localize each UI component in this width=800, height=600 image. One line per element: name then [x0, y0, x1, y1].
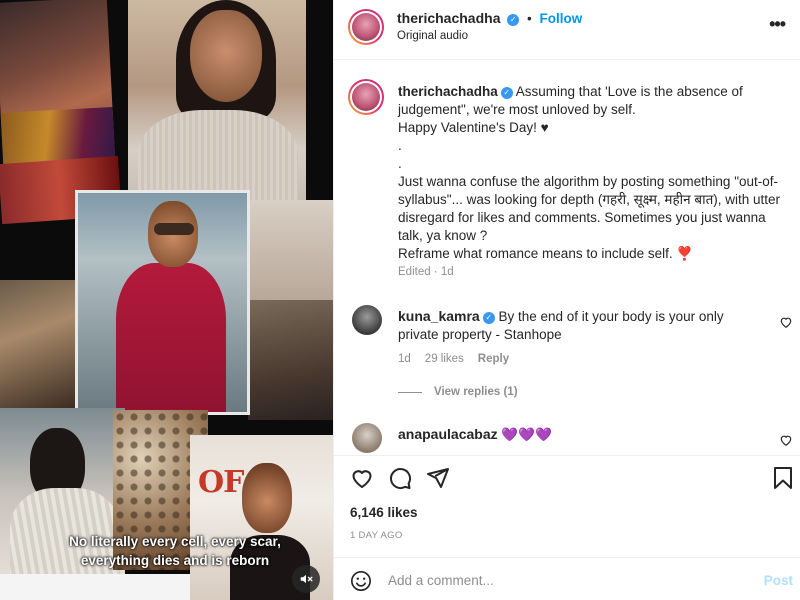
- likes-count[interactable]: 6,146 likes: [350, 505, 418, 520]
- post-media[interactable]: OF Q No literally every cell, every scar…: [0, 0, 333, 600]
- caption-author-avatar[interactable]: [348, 79, 384, 115]
- mute-button[interactable]: [292, 565, 320, 593]
- verified-badge-icon: ✓: [507, 14, 520, 26]
- author-line: therichachadha ✓ • Follow: [397, 10, 582, 26]
- commenter-username[interactable]: kuna_kamra: [398, 308, 480, 324]
- verified-badge-icon: ✓: [482, 312, 495, 324]
- subtitle-line-2: everything dies and is reborn: [80, 553, 270, 568]
- replies-line: [398, 391, 422, 393]
- collage-photo-5: [248, 200, 333, 300]
- post-details-panel: therichachadha ✓ • Follow Original audio…: [333, 0, 800, 600]
- comment-age: 1d: [398, 353, 411, 365]
- follow-button[interactable]: Follow: [540, 11, 583, 26]
- separator-dot: •: [527, 11, 532, 26]
- comment-composer: Post: [334, 557, 800, 600]
- commenter-username[interactable]: anapaulacabaz: [398, 426, 498, 442]
- comment-body: 💜💜💜: [497, 427, 552, 442]
- video-subtitle: No literally every cell, every scar, eve…: [60, 532, 290, 570]
- comment-like-icon[interactable]: [779, 315, 793, 329]
- caption-meta: Edited · 1d: [398, 266, 454, 278]
- post-actions: [334, 455, 800, 499]
- reply-button[interactable]: Reply: [478, 353, 509, 365]
- comment-icon[interactable]: [388, 466, 412, 490]
- post-comment-button[interactable]: Post: [764, 573, 793, 588]
- view-replies-button[interactable]: View replies (1): [398, 386, 518, 398]
- bookmark-icon[interactable]: [771, 466, 795, 490]
- speaker-muted-icon: [300, 574, 313, 584]
- collage-strip: [0, 574, 190, 600]
- commenter-avatar[interactable]: [352, 423, 382, 453]
- commenter-avatar[interactable]: [352, 305, 382, 335]
- caption-body: Assuming that 'Love is the absence of ju…: [398, 84, 781, 261]
- comment-text: anapaulacabaz 💜💜💜: [398, 425, 758, 444]
- post-date: 1 DAY AGO: [350, 530, 403, 541]
- collage-photo-2: [128, 0, 306, 215]
- verified-badge-icon: ✓: [500, 87, 513, 99]
- author-username[interactable]: therichachadha: [397, 10, 500, 26]
- post-caption: therichachadha ✓ Assuming that 'Love is t…: [398, 83, 788, 263]
- subtitle-line-1: No literally every cell, every scar,: [69, 534, 281, 549]
- comments-scroll-area[interactable]: therichachadha ✓ Assuming that 'Love is t…: [334, 61, 800, 454]
- comment-input[interactable]: [388, 567, 748, 593]
- comment-text: kuna_kamra ✓ By the end of it your body i…: [398, 307, 758, 344]
- heart-icon[interactable]: [350, 466, 374, 490]
- post-header: therichachadha ✓ • Follow Original audio…: [334, 0, 800, 60]
- share-icon[interactable]: [426, 466, 450, 490]
- author-avatar[interactable]: [348, 9, 384, 45]
- collage-photo-4: [75, 190, 250, 415]
- emoji-icon[interactable]: [350, 570, 372, 592]
- collage-photo-7: [248, 300, 333, 420]
- caption-username[interactable]: therichachadha: [398, 84, 498, 99]
- view-replies-label: View replies (1): [434, 386, 518, 398]
- audio-link[interactable]: Original audio: [397, 30, 468, 42]
- more-options-icon[interactable]: •••: [769, 14, 786, 35]
- collage-photo-6: [0, 280, 75, 410]
- comment-meta: 1d 29 likes Reply: [398, 353, 509, 365]
- comment-like-icon[interactable]: [779, 433, 793, 447]
- comment-likes-count[interactable]: 29 likes: [425, 353, 464, 365]
